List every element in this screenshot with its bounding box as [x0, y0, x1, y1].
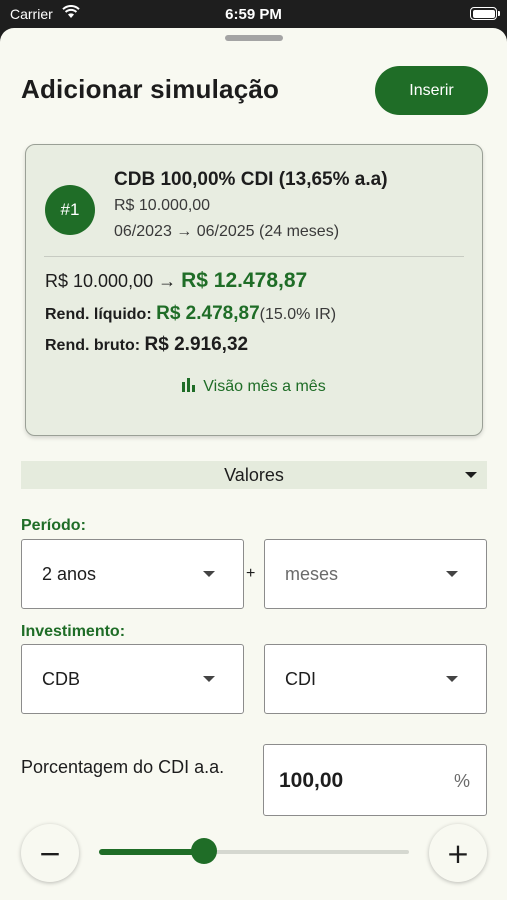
percent-unit: % [453, 771, 470, 791]
net-yield-label: Rend. líquido: [45, 306, 152, 323]
net-yield-value: R$ 2.478,87 [156, 303, 260, 324]
values-section-label: Valores [224, 464, 284, 485]
years-select[interactable]: 2 anos [21, 539, 244, 609]
add-simulation-sheet: Adicionar simulação Inserir #1 CDB 100,0… [0, 28, 507, 900]
decrease-button[interactable]: − [21, 824, 79, 882]
monthly-view-label: Visão mês a mês [203, 378, 326, 395]
cdi-slider-thumb[interactable] [191, 838, 218, 864]
months-placeholder: meses [285, 563, 339, 584]
page-title: Adicionar simulação [21, 74, 280, 104]
cdi-slider-fill [99, 849, 205, 855]
period-label: Período: [21, 517, 86, 534]
chevron-down-icon [446, 676, 458, 682]
status-bar: Carrier 6:59 PM [0, 0, 507, 28]
insert-button[interactable]: Inserir [375, 66, 488, 115]
gross-yield-line: Rend. bruto: R$ 2.916,32 [45, 334, 248, 356]
chevron-down-icon [446, 571, 458, 577]
simulation-name: CDB 100,00% CDI (13,65% a.a) [114, 169, 388, 190]
index-value: CDI [285, 668, 316, 689]
index-select[interactable]: CDI [264, 644, 487, 714]
gross-yield-label: Rend. bruto: [45, 337, 141, 354]
final-value: R$ 12.478,87 [181, 269, 308, 292]
cdi-percentage-value: 100,00 [279, 769, 344, 792]
growth-line: R$ 10.000,00 → R$ 12.478,87 [45, 269, 307, 293]
initial-value: R$ 10.000,00 → [45, 271, 177, 291]
simulation-amount: R$ 10.000,00 [114, 197, 211, 214]
years-value: 2 anos [42, 563, 97, 584]
investment-label: Investimento: [21, 623, 126, 640]
dropdown-arrow-icon [465, 472, 477, 478]
card-divider [44, 256, 464, 257]
investment-type-select[interactable]: CDB [21, 644, 244, 714]
investment-type-value: CDB [42, 668, 81, 689]
increase-button[interactable]: + [429, 824, 487, 882]
battery-icon [470, 7, 500, 20]
net-yield-line: Rend. líquido: R$ 2.478,87(15.0% IR) [45, 303, 336, 325]
bar-chart-icon [182, 378, 196, 397]
simulation-card: #1 CDB 100,00% CDI (13,65% a.a) R$ 10.00… [25, 144, 483, 436]
gross-yield-value: R$ 2.916,32 [144, 334, 249, 355]
months-select[interactable]: meses [264, 539, 487, 609]
chevron-down-icon [203, 676, 215, 682]
simulation-number-badge: #1 [45, 185, 95, 235]
simulation-period: 06/2023 → 06/2025 (24 meses) [114, 223, 340, 240]
values-section-toggle[interactable]: Valores [21, 461, 487, 489]
clock: 6:59 PM [225, 6, 282, 23]
cdi-percentage-label: Porcentagem do CDI a.a. [21, 757, 225, 777]
chevron-down-icon [203, 571, 215, 577]
ir-rate: (15.0% IR) [259, 306, 337, 323]
sheet-grabber[interactable] [225, 35, 283, 41]
cdi-percentage-input[interactable]: 100,00 % [263, 744, 487, 816]
period-plus-sign: + [246, 565, 256, 582]
monthly-view-link[interactable]: Visão mês a mês [26, 378, 482, 397]
